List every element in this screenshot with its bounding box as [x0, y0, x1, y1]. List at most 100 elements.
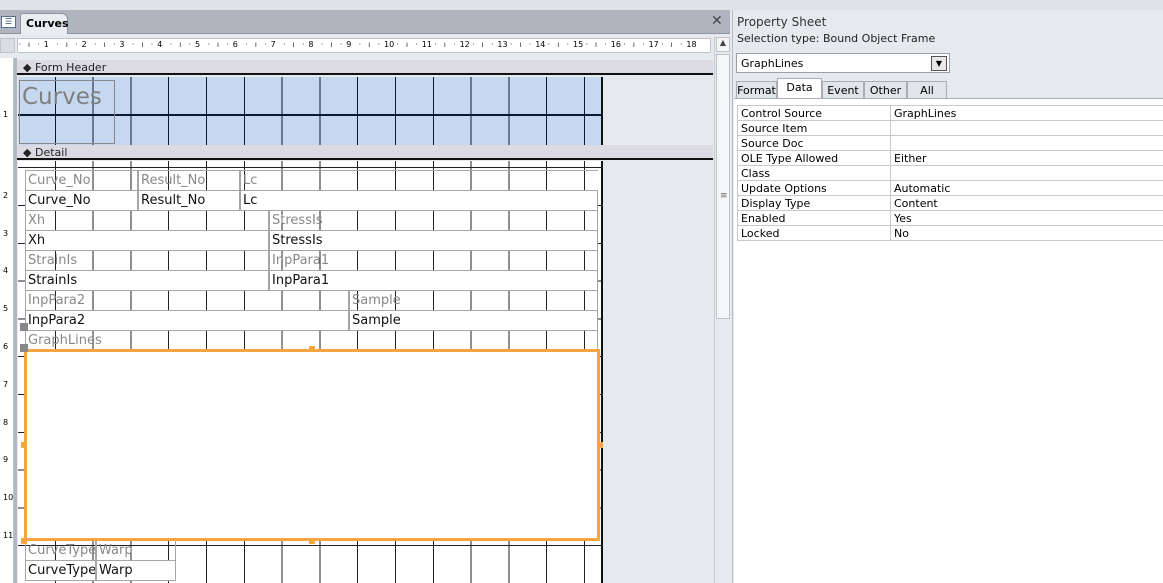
- property-value[interactable]: Either: [890, 150, 1163, 166]
- resize-handle-bottom[interactable]: [309, 538, 315, 544]
- inppara1-textbox[interactable]: InpPara1: [269, 270, 598, 291]
- tab-curves[interactable]: Curves: [20, 13, 69, 34]
- result-no-label[interactable]: Result_No: [138, 170, 240, 191]
- tab-data[interactable]: Data: [777, 78, 822, 100]
- ruler-tick: ·: [642, 40, 645, 49]
- ruler-tick: ·: [226, 40, 229, 49]
- property-row[interactable]: OLE Type Allowed Either: [737, 150, 1163, 166]
- lc-textbox[interactable]: Lc: [240, 190, 598, 211]
- vertical-ruler[interactable]: 1 2 3 4 5 6 7 8 9 10 11: [0, 58, 14, 583]
- resize-handle-top[interactable]: [309, 346, 315, 352]
- tab-format[interactable]: Format: [736, 81, 777, 99]
- resize-handle-bottom-left[interactable]: [21, 538, 27, 544]
- warp-textbox[interactable]: Warp: [96, 560, 176, 581]
- ruler-tick: ·: [434, 40, 437, 49]
- inppara2-label[interactable]: InpPara2: [25, 290, 349, 311]
- xh-label[interactable]: Xh: [25, 210, 269, 231]
- property-sheet: Property Sheet Selection type: Bound Obj…: [732, 10, 1163, 583]
- ruler-tick: ı: [292, 40, 295, 49]
- ruler-mark: 16: [610, 40, 621, 49]
- ruler-tick: ·: [566, 40, 570, 49]
- ruler-tick: ·: [283, 40, 286, 49]
- horizontal-ruler[interactable]: · ı · 1 · ı · 2 · ı · 3 · ı · 4 · ı · 5 · ı · 6 · ı · 7 · ı · 8 · ı · 9 · ı · 1…: [17, 38, 711, 53]
- stressis-label[interactable]: StressIs: [269, 210, 598, 231]
- ruler-mark: 3: [3, 228, 9, 238]
- ruler-tick: ·: [604, 40, 607, 49]
- tab-other[interactable]: Other: [864, 81, 907, 99]
- ruler-mark: 1: [43, 40, 49, 49]
- chevron-down-icon[interactable]: ▼: [931, 56, 947, 71]
- property-row[interactable]: Locked No: [737, 225, 1163, 241]
- property-row[interactable]: Enabled Yes: [737, 210, 1163, 226]
- ruler-tick: ·: [131, 40, 135, 49]
- scroll-thumb[interactable]: ≡: [716, 54, 730, 319]
- property-row[interactable]: Source Doc: [737, 135, 1163, 151]
- xh-textbox[interactable]: Xh: [25, 230, 269, 251]
- ruler-tick: ·: [112, 40, 116, 49]
- result-no-textbox[interactable]: Result_No: [138, 190, 240, 211]
- curvetype-textbox[interactable]: CurveType: [25, 560, 96, 581]
- ruler-mark: 6: [232, 40, 238, 49]
- ruler-mark: 9: [3, 455, 9, 465]
- ruler-tick: ı: [103, 40, 106, 49]
- resize-handle-left[interactable]: [21, 442, 27, 448]
- curvetype-label[interactable]: CurveType: [25, 540, 96, 561]
- move-handle[interactable]: [20, 323, 28, 331]
- ruler-tick: ·: [661, 40, 664, 49]
- property-value[interactable]: Content: [890, 195, 1163, 211]
- property-value[interactable]: Yes: [890, 210, 1163, 226]
- resize-handle-right[interactable]: [597, 442, 603, 448]
- tab-all[interactable]: All: [907, 81, 947, 99]
- ruler-tick: ·: [547, 40, 551, 49]
- ruler-tick: ·: [623, 40, 626, 49]
- property-value[interactable]: No: [890, 225, 1163, 241]
- ruler-tick: ı: [557, 40, 560, 49]
- strainis-textbox[interactable]: StrainIs: [25, 270, 269, 291]
- property-row[interactable]: Class: [737, 165, 1163, 181]
- property-value[interactable]: [890, 120, 1163, 136]
- move-handle[interactable]: [20, 344, 28, 352]
- ruler-tick: ·: [472, 40, 475, 49]
- inppara2-textbox[interactable]: InpPara2: [25, 310, 349, 331]
- ruler-tick: ·: [509, 40, 513, 49]
- strainis-label[interactable]: StrainIs: [25, 250, 269, 271]
- property-row[interactable]: Control Source GraphLines: [737, 105, 1163, 121]
- inppara1-label[interactable]: InpPara1: [269, 250, 598, 271]
- form-title-label: Curves: [22, 84, 102, 110]
- scroll-up-icon[interactable]: ▲: [716, 37, 730, 52]
- tab-event[interactable]: Event: [822, 81, 864, 99]
- close-icon[interactable]: ✕: [711, 13, 723, 29]
- property-row[interactable]: Display Type Content: [737, 195, 1163, 211]
- ruler-tick: ·: [585, 40, 588, 49]
- ruler-tick: ·: [150, 40, 154, 49]
- curve-no-label[interactable]: Curve_No: [25, 170, 138, 191]
- graphlines-bound-object-frame[interactable]: [24, 349, 600, 541]
- sample-label[interactable]: Sample: [349, 290, 598, 311]
- lc-label[interactable]: Lc: [240, 170, 598, 191]
- property-value[interactable]: [890, 135, 1163, 151]
- ruler-tick: ·: [679, 40, 683, 49]
- form-header-bar[interactable]: ◆ Form Header: [17, 60, 713, 75]
- ruler-tick: ·: [453, 40, 456, 49]
- detail-bar[interactable]: ◆ Detail: [17, 145, 713, 160]
- ruler-tick: ı: [179, 40, 182, 49]
- ruler-tick: ·: [490, 40, 494, 49]
- property-row[interactable]: Source Item: [737, 120, 1163, 136]
- warp-label[interactable]: Warp: [96, 540, 176, 561]
- ruler-tick: ·: [301, 40, 305, 49]
- property-value[interactable]: GraphLines: [890, 105, 1163, 121]
- sample-textbox[interactable]: Sample: [349, 310, 598, 331]
- detail-label: Detail: [34, 146, 68, 159]
- vertical-scrollbar[interactable]: ▲ ≡: [714, 36, 730, 583]
- ruler-corner[interactable]: [0, 38, 15, 53]
- ruler-tick: ·: [37, 40, 40, 49]
- curve-no-textbox[interactable]: Curve_No: [25, 190, 138, 211]
- stressis-textbox[interactable]: StressIs: [269, 230, 598, 251]
- object-selector[interactable]: GraphLines ▼: [736, 53, 950, 73]
- property-row[interactable]: Update Options Automatic: [737, 180, 1163, 196]
- property-value[interactable]: Automatic: [890, 180, 1163, 196]
- ruler-mark: 10: [3, 493, 14, 503]
- property-value[interactable]: [890, 165, 1163, 181]
- ruler-tick: ·: [18, 40, 21, 49]
- ruler-mark: 5: [3, 304, 9, 314]
